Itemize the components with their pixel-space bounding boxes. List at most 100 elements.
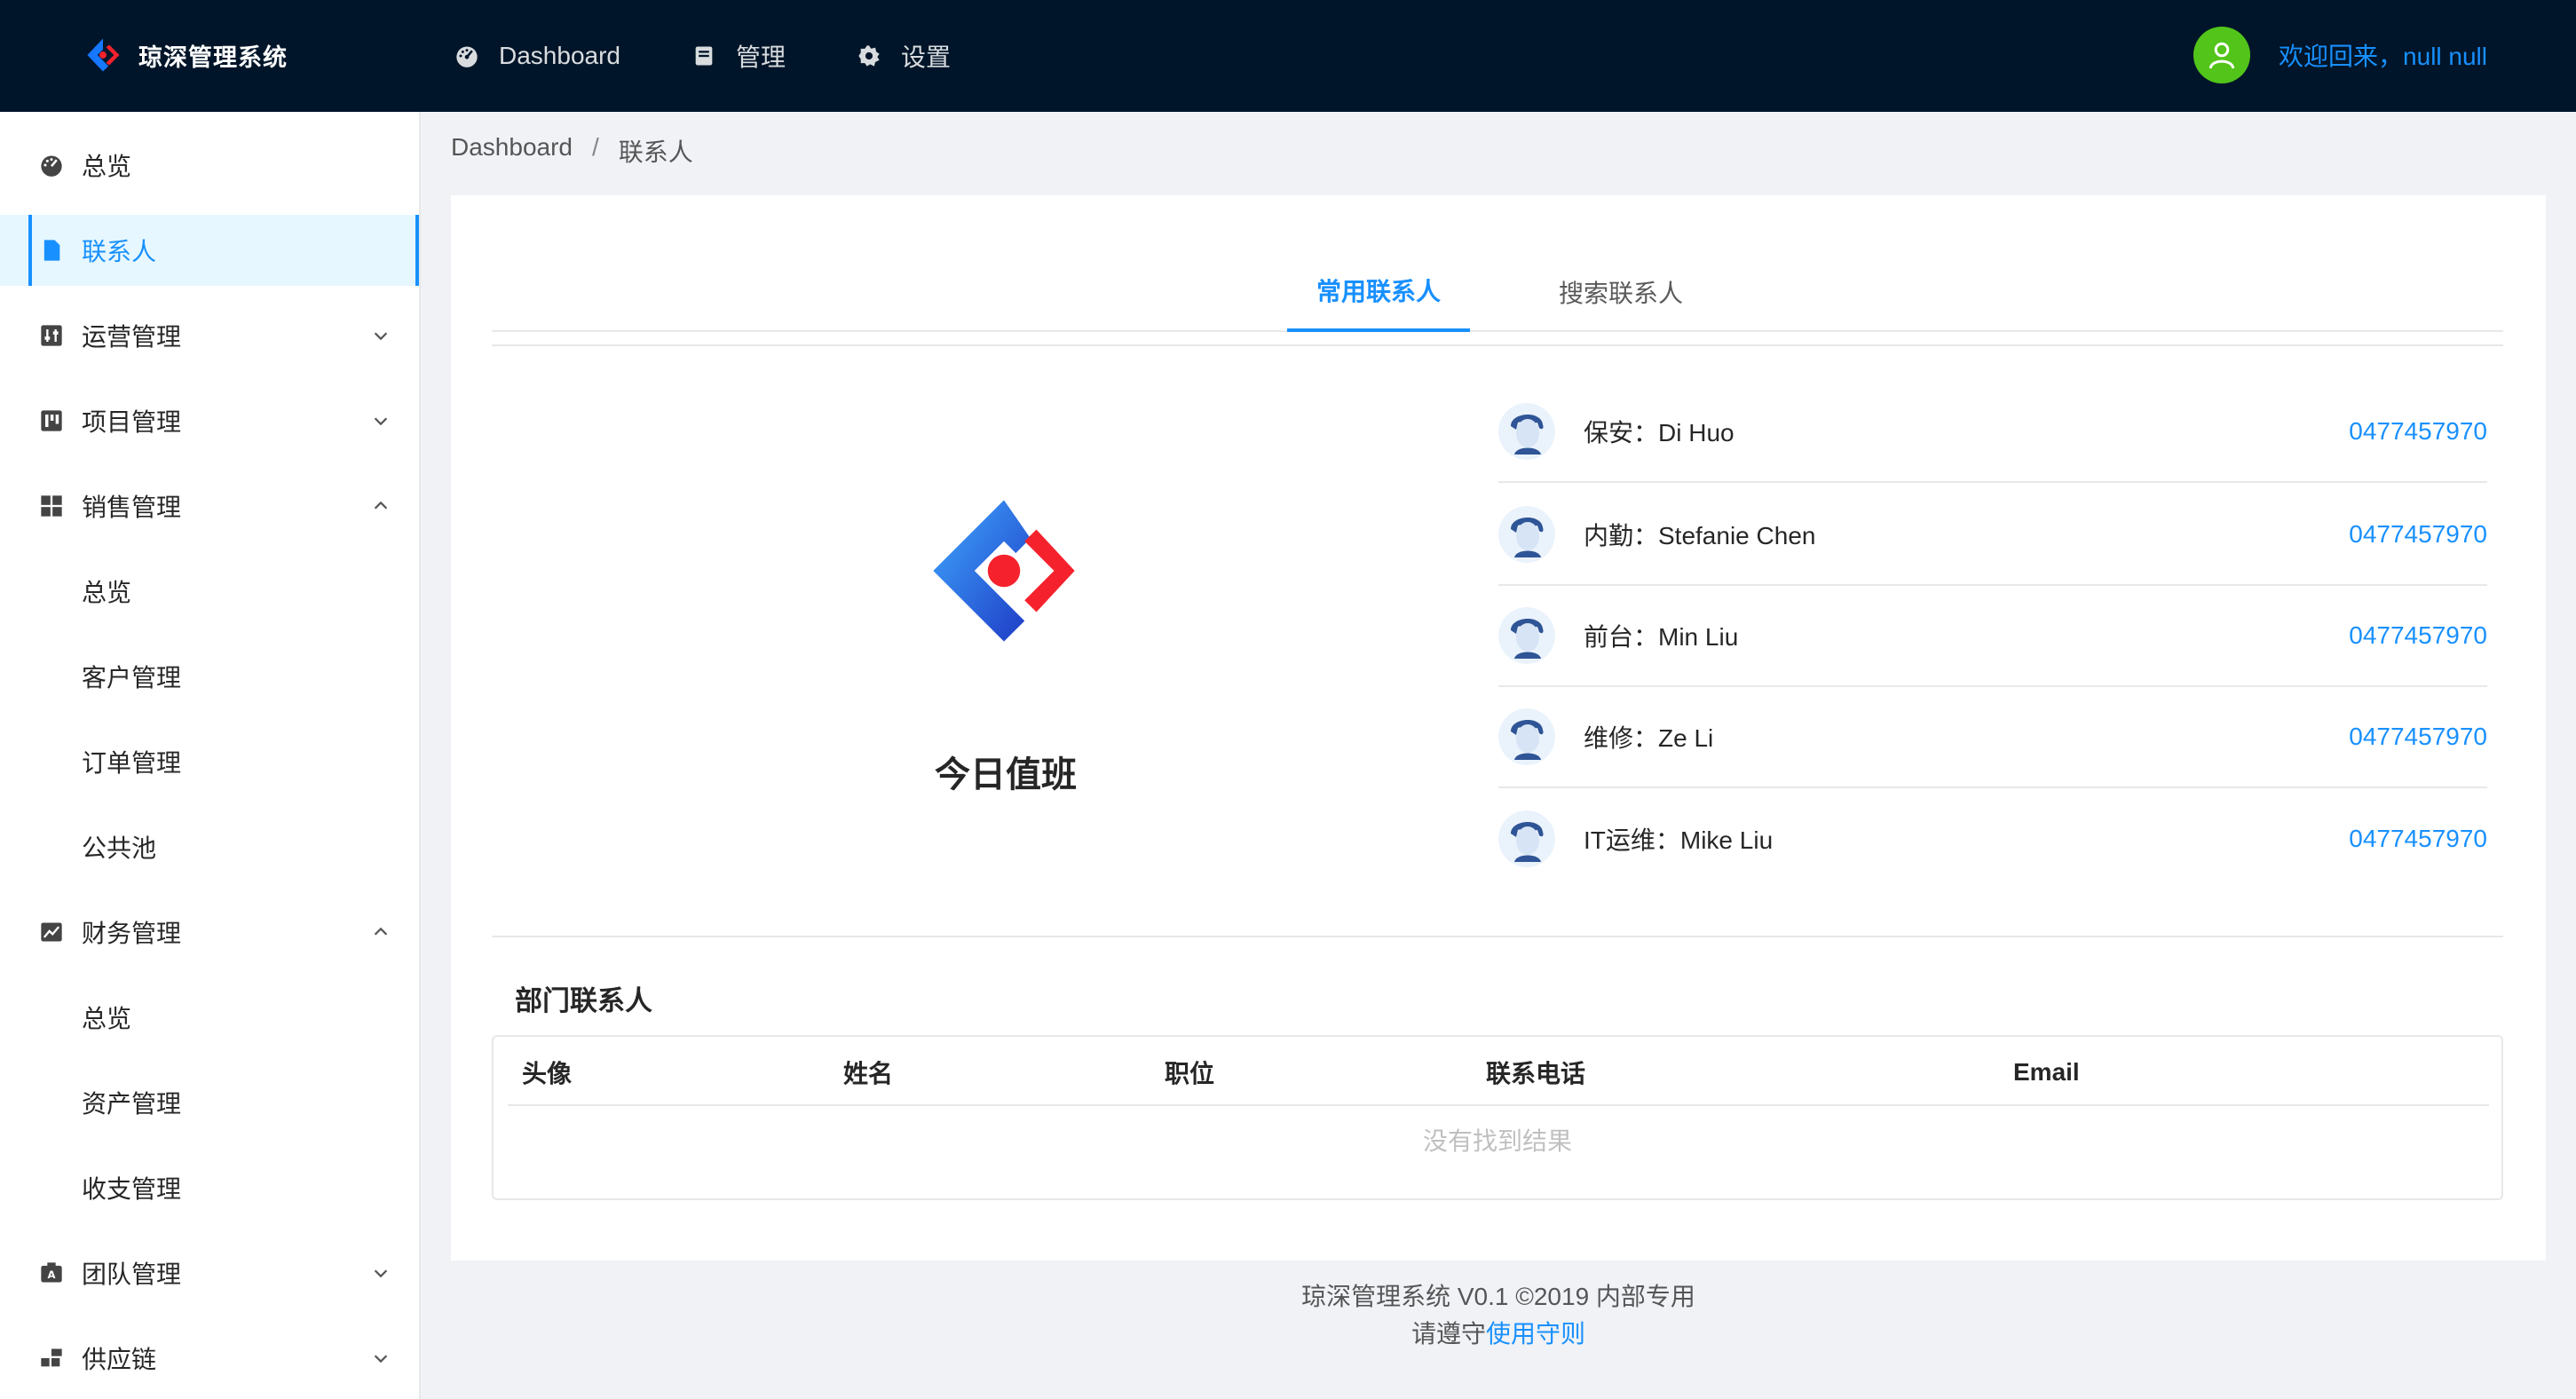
divider — [492, 936, 2503, 937]
sidebar-item-customers[interactable]: 客户管理 — [0, 641, 419, 712]
breadcrumb-root[interactable]: Dashboard — [451, 133, 573, 169]
person-avatar-icon — [1498, 708, 1555, 765]
terms-link[interactable]: 使用守则 — [1486, 1320, 1585, 1348]
sidebar-item-orders[interactable]: 订单管理 — [0, 726, 419, 797]
tab-search-contacts[interactable]: 搜索联系人 — [1541, 252, 1701, 332]
chevron-up-icon — [374, 501, 388, 510]
footer-terms-prefix: 请遵守 — [1410, 1320, 1486, 1348]
app-logo[interactable]: 琼深管理系统 — [83, 36, 288, 75]
appstore-icon — [41, 495, 62, 517]
footer-copyright: 琼深管理系统 V0.1 ©2019 内部专用 — [1301, 1283, 1695, 1310]
sidebar-item-label: 销售管理 — [82, 494, 182, 521]
table-header-name: 姓名 — [843, 1060, 894, 1087]
topnav-manage[interactable]: 管理 — [691, 38, 786, 74]
sidebar-item-label: 客户管理 — [82, 664, 182, 692]
sidebar-item-label: 联系人 — [82, 238, 157, 265]
control-icon — [41, 325, 62, 346]
table-header-email: Email — [2013, 1058, 2080, 1086]
avatar — [1498, 810, 1555, 867]
list-item: 保安：Di Huo 0477457970 — [1498, 382, 2487, 483]
tab-bar: 常用联系人 搜索联系人 — [492, 252, 2503, 332]
avatar — [1498, 403, 1555, 460]
department-title: 部门联系人 — [515, 985, 652, 1016]
table-header-phone: 联系电话 — [1486, 1060, 1586, 1087]
footer: 琼深管理系统 V0.1 ©2019 内部专用 请遵守使用守则 — [421, 1278, 2576, 1353]
chevron-down-icon — [374, 1355, 388, 1363]
duty-person-name: 内勤：Stefanie Chen — [1584, 522, 1816, 549]
sidebar-item-finance[interactable]: 财务管理 — [0, 897, 419, 968]
duty-phone-link[interactable]: 0477457970 — [2349, 621, 2487, 650]
topnav-dashboard-label: Dashboard — [499, 42, 620, 69]
sidebar-item-public-pool[interactable]: 公共池 — [0, 811, 419, 882]
duty-title: 今日值班 — [935, 755, 1077, 794]
duty-person-name: IT运维：Mike Liu — [1584, 826, 1774, 854]
svg-text:A: A — [47, 1269, 55, 1281]
duty-phone-link[interactable]: 0477457970 — [2349, 417, 2487, 446]
sidebar-item-projects[interactable]: 项目管理 — [0, 385, 419, 456]
sidebar-item-label: 供应链 — [82, 1346, 157, 1373]
sidebar-item-team[interactable]: A 团队管理 — [0, 1237, 419, 1308]
footer-terms: 请遵守使用守则 — [421, 1316, 2576, 1353]
chevron-down-icon — [374, 417, 388, 426]
avatar — [1498, 506, 1555, 563]
divider — [492, 344, 2503, 346]
sidebar-item-label: 团队管理 — [82, 1261, 182, 1288]
breadcrumb: Dashboard / 联系人 — [451, 133, 693, 169]
duty-phone-link[interactable]: 0477457970 — [2349, 520, 2487, 549]
person-avatar-icon — [1498, 403, 1555, 460]
duty-phone-link[interactable]: 0477457970 — [2349, 723, 2487, 751]
sidebar-item-label: 财务管理 — [82, 920, 182, 947]
list-item: 内勤：Stefanie Chen 0477457970 — [1498, 485, 2487, 586]
top-nav: Dashboard 管理 设置 — [454, 0, 1022, 112]
divider — [508, 1104, 2489, 1106]
sidebar-item-supply-chain[interactable]: 供应链 — [0, 1323, 419, 1394]
gear-icon — [858, 45, 880, 67]
person-avatar-icon — [1498, 506, 1555, 563]
sidebar-item-finance-overview[interactable]: 总览 — [0, 982, 419, 1053]
sidebar-item-label: 总览 — [82, 579, 132, 606]
sidebar-item-overview[interactable]: 总览 — [0, 130, 419, 201]
dashboard-icon — [41, 155, 62, 177]
sidebar-item-operations[interactable]: 运营管理 — [0, 300, 419, 371]
topnav-dashboard[interactable]: Dashboard — [454, 42, 620, 70]
breadcrumb-current: 联系人 — [618, 138, 693, 166]
top-header: 琼深管理系统 Dashboard 管理 设置 欢迎回来，null null — [0, 0, 2576, 112]
tab-common-contacts[interactable]: 常用联系人 — [1287, 252, 1470, 332]
chevron-up-icon — [374, 927, 388, 936]
breadcrumb-separator: / — [591, 133, 599, 161]
content-card: 常用联系人 搜索联系人 今日值班 保安：Di Huo 0477457970 内勤… — [451, 195, 2546, 1261]
line-chart-icon — [41, 922, 62, 942]
sidebar-item-contacts[interactable]: 联系人 — [0, 215, 419, 286]
table-header-position: 职位 — [1165, 1060, 1215, 1087]
project-icon — [41, 410, 62, 431]
sidebar-item-label: 公共池 — [82, 834, 157, 862]
sidebar-item-assets[interactable]: 资产管理 — [0, 1067, 419, 1138]
person-avatar-icon — [1498, 607, 1555, 664]
app-title: 琼深管理系统 — [138, 43, 288, 71]
sidebar: 总览 联系人 运营管理 项目管理 销售管理 总览 客户管理 订单管理 公共池 财… — [0, 112, 421, 1399]
topnav-settings[interactable]: 设置 — [857, 38, 951, 74]
department-table: 头像 姓名 职位 联系电话 Email 没有找到结果 — [492, 1035, 2503, 1200]
cluster-icon — [41, 1348, 62, 1367]
duty-person-name: 保安：Di Huo — [1584, 419, 1734, 447]
team-icon: A — [41, 1262, 62, 1283]
chevron-down-icon — [374, 1269, 388, 1278]
list-item: IT运维：Mike Liu 0477457970 — [1498, 788, 2487, 889]
duty-person-name: 维修：Ze Li — [1584, 724, 1714, 752]
book-icon — [695, 46, 713, 66]
sidebar-item-label: 收支管理 — [82, 1175, 182, 1203]
sidebar-item-label: 资产管理 — [82, 1090, 182, 1118]
avatar[interactable] — [2193, 27, 2251, 83]
topnav-manage-label: 管理 — [735, 43, 786, 71]
person-avatar-icon — [1498, 810, 1555, 867]
sidebar-item-income-expense[interactable]: 收支管理 — [0, 1152, 419, 1223]
dashboard-icon — [456, 46, 478, 67]
sidebar-item-sales[interactable]: 销售管理 — [0, 470, 419, 541]
sidebar-item-label: 订单管理 — [82, 749, 182, 777]
user-menu[interactable]: 欢迎回来，null null — [2193, 27, 2487, 83]
welcome-text[interactable]: 欢迎回来，null null — [2279, 37, 2487, 73]
duty-phone-link[interactable]: 0477457970 — [2349, 825, 2487, 853]
sidebar-item-sales-overview[interactable]: 总览 — [0, 556, 419, 627]
table-header-avatar: 头像 — [522, 1060, 573, 1087]
list-item: 前台：Min Liu 0477457970 — [1498, 586, 2487, 687]
